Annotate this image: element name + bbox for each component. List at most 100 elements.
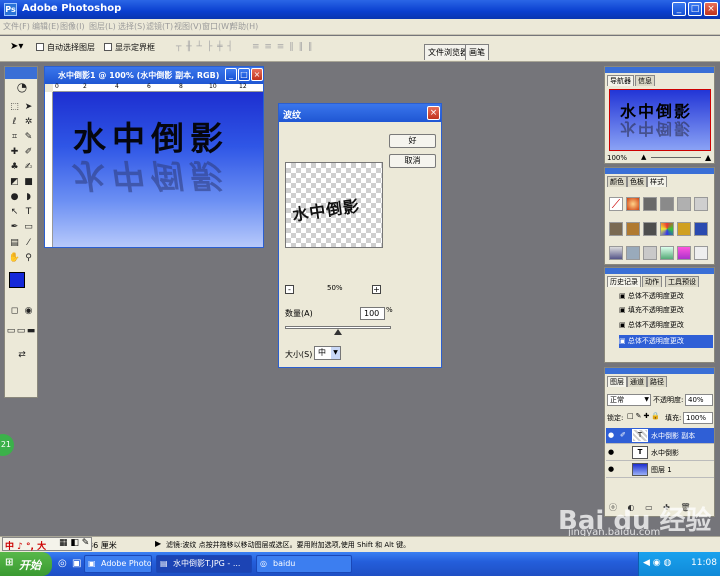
style-swatch[interactable] xyxy=(694,222,708,236)
notification-bubble[interactable]: 21 xyxy=(0,434,14,456)
style-swatch[interactable] xyxy=(626,246,640,260)
crop-tool-icon[interactable]: ⌗ xyxy=(8,131,21,144)
layer-row[interactable]: ● 图层 1 xyxy=(606,462,714,478)
style-swatch[interactable] xyxy=(677,197,691,211)
size-select[interactable]: 中 ▼ xyxy=(314,346,341,360)
style-swatch[interactable] xyxy=(609,222,623,236)
tab-layers[interactable]: 图层 xyxy=(607,376,627,387)
zoom-out-icon[interactable]: ▲ xyxy=(641,153,646,161)
minimize-button[interactable]: _ xyxy=(672,2,686,16)
move-tool-icon[interactable]: ➤▾ xyxy=(10,41,23,52)
dodge-tool-icon[interactable]: ◗ xyxy=(22,191,35,204)
gradient-tool-icon[interactable]: ■ xyxy=(22,176,35,189)
quicklaunch-desktop-icon[interactable]: ▣ xyxy=(72,558,81,569)
show-bounds-checkbox[interactable] xyxy=(104,43,112,51)
hand-tool-icon[interactable]: ✋ xyxy=(8,252,21,265)
layer-row[interactable]: ● T 水中倒影 xyxy=(606,445,714,461)
photoshop-eye-logo-icon[interactable]: ◔ xyxy=(9,81,35,94)
style-swatch[interactable] xyxy=(694,197,708,211)
taskbar-item-photoshop[interactable]: ▣ Adobe Photoshop xyxy=(84,555,152,573)
tab-styles[interactable]: 样式 xyxy=(647,176,667,187)
tab-channels[interactable]: 通道 xyxy=(627,376,647,387)
style-swatch[interactable] xyxy=(677,246,691,260)
visibility-eye-icon[interactable]: ● xyxy=(608,465,614,473)
distribute-icons[interactable]: ≡ ≡ ≡ ‖ ‖ ‖ xyxy=(252,42,313,52)
screen-mode-1-icon[interactable]: ▭ xyxy=(6,325,16,338)
tray-icons[interactable]: ◀ ◉ ◍ xyxy=(643,558,671,568)
jump-to-imageready-icon[interactable]: ⇄ xyxy=(9,349,35,362)
pen-tool-icon[interactable]: ✒ xyxy=(8,221,21,234)
ok-button[interactable]: 好 xyxy=(389,134,436,148)
style-swatch[interactable] xyxy=(643,222,657,236)
slice-tool-icon[interactable]: ✎ xyxy=(22,131,35,144)
screen-mode-2-icon[interactable]: ▭ xyxy=(16,325,26,338)
style-swatch[interactable] xyxy=(660,197,674,211)
screen-mode-3-icon[interactable]: ▬ xyxy=(26,325,36,338)
menu-help[interactable]: 帮助(H) xyxy=(230,21,258,32)
history-brush-icon[interactable]: ✍ xyxy=(22,161,35,174)
type-tool-icon[interactable]: T xyxy=(22,206,35,219)
path-select-icon[interactable]: ↖ xyxy=(8,206,21,219)
navigator-zoom-slider[interactable] xyxy=(651,157,701,158)
blend-mode-select[interactable]: 正常 ▼ xyxy=(607,394,651,406)
menu-edit[interactable]: 编辑(E) xyxy=(32,21,59,32)
doc-maximize-button[interactable]: □ xyxy=(238,68,250,81)
style-swatch[interactable] xyxy=(626,222,640,236)
eyedropper-tool-icon[interactable]: ⁄ xyxy=(22,237,35,250)
style-none-swatch[interactable]: ⟋ xyxy=(609,197,623,211)
history-item[interactable]: ▣ 填充不透明度更改 xyxy=(619,304,713,317)
menu-window[interactable]: 窗口(W) xyxy=(202,21,232,32)
tab-color[interactable]: 颜色 xyxy=(607,176,627,187)
tab-brushes[interactable]: 画笔 xyxy=(465,44,489,60)
style-swatch[interactable] xyxy=(609,246,623,260)
style-swatch[interactable] xyxy=(660,222,674,236)
doc-minimize-button[interactable]: _ xyxy=(225,68,237,81)
cancel-button[interactable]: 取消 xyxy=(389,154,436,168)
history-item[interactable]: ▣ 总体不透明度更改 xyxy=(619,290,713,303)
history-item-selected[interactable]: ▣ 总体不透明度更改 xyxy=(619,335,713,348)
zoom-in-icon[interactable]: ▲ xyxy=(705,153,711,162)
blur-tool-icon[interactable]: ● xyxy=(8,191,21,204)
shape-tool-icon[interactable]: ▭ xyxy=(22,221,35,234)
quick-mask-icon[interactable]: ◉ xyxy=(22,305,35,318)
layer-row-selected[interactable]: ● ✐ T 水中倒影 副本 xyxy=(606,428,714,444)
amount-input[interactable]: 100 xyxy=(360,307,385,320)
move-tool-icon[interactable]: ➤ xyxy=(22,101,35,114)
opacity-input[interactable]: 40% xyxy=(685,394,713,406)
tab-history[interactable]: 历史记录 xyxy=(607,276,641,287)
history-item[interactable]: ▣ 总体不透明度更改 xyxy=(619,319,713,332)
close-button[interactable]: × xyxy=(704,2,718,16)
style-swatch[interactable] xyxy=(660,246,674,260)
visibility-eye-icon[interactable]: ● xyxy=(608,448,614,456)
style-swatch[interactable] xyxy=(643,246,657,260)
brush-tool-icon[interactable]: ✐ xyxy=(22,146,35,159)
tab-info[interactable]: 信息 xyxy=(635,75,655,86)
taskbar-item-baidu[interactable]: ◎ baidu xyxy=(256,555,352,573)
menu-layer[interactable]: 图层(L) xyxy=(89,21,116,32)
style-swatch[interactable] xyxy=(626,197,640,211)
quicklaunch-ie-icon[interactable]: ◎ xyxy=(58,558,67,569)
tab-paths[interactable]: 路径 xyxy=(647,376,667,387)
lasso-tool-icon[interactable]: ℓ xyxy=(8,116,21,129)
document-canvas[interactable]: 水中倒影 水中倒影 xyxy=(53,92,263,247)
align-icons[interactable]: ┬ ╫ ┴ ├ ╪ ┤ xyxy=(176,42,234,52)
dialog-close-button[interactable]: × xyxy=(427,106,440,120)
tab-actions[interactable]: 动作 xyxy=(642,276,662,287)
ime-toolbar[interactable]: 中 ♪ °, 大 ▦ ◧ ✎ xyxy=(2,537,92,552)
tab-tool-presets[interactable]: 工具预设 xyxy=(665,276,699,287)
lock-icons[interactable]: □✎✚🔒 xyxy=(627,412,662,420)
zoom-tool-icon[interactable]: ⚲ xyxy=(22,252,35,265)
tab-navigator[interactable]: 导航器 xyxy=(607,75,634,86)
magic-wand-tool-icon[interactable]: ✲ xyxy=(22,116,35,129)
zoom-out-button[interactable]: - xyxy=(285,285,294,294)
style-swatch[interactable] xyxy=(643,197,657,211)
notes-tool-icon[interactable]: ▤ xyxy=(8,237,21,250)
menu-filter[interactable]: 滤镜(T) xyxy=(146,21,173,32)
ime-keyboard-icon[interactable]: ▦ ◧ ✎ xyxy=(59,538,89,548)
taskbar-item-image-viewer[interactable]: ▤ 水中倒影T.JPG - ... xyxy=(156,555,252,573)
tab-swatches[interactable]: 色板 xyxy=(627,176,647,187)
marquee-tool-icon[interactable]: ⬚ xyxy=(8,101,21,114)
menu-select[interactable]: 选择(S) xyxy=(118,21,145,32)
foreground-color-swatch[interactable] xyxy=(9,272,25,288)
visibility-eye-icon[interactable]: ● xyxy=(608,431,614,439)
